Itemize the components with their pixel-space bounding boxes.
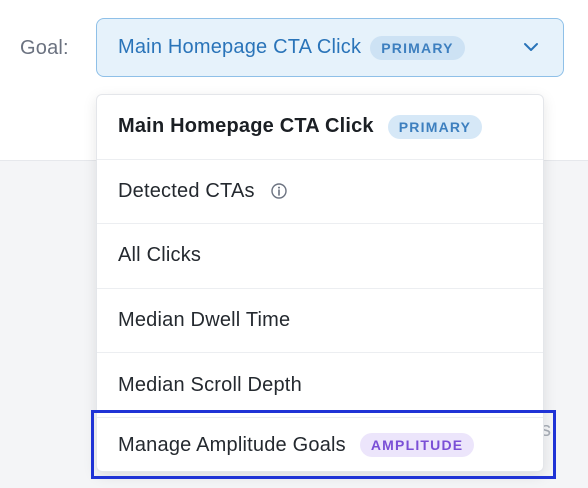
- menu-item-median-scroll-depth[interactable]: Median Scroll Depth: [97, 353, 543, 418]
- menu-item-label: Median Scroll Depth: [118, 373, 302, 396]
- amplitude-badge: AMPLITUDE: [359, 433, 475, 458]
- menu-item-detected-ctas[interactable]: Detected CTAs: [97, 160, 543, 225]
- menu-item-label: Detected CTAs: [118, 179, 255, 202]
- menu-item-label: All Clicks: [118, 244, 202, 267]
- primary-badge: PRIMARY: [370, 35, 465, 60]
- goal-select[interactable]: Main Homepage CTA Click PRIMARY: [96, 18, 564, 77]
- goal-dropdown-menu: Main Homepage CTA Click PRIMARY Detected…: [96, 94, 544, 472]
- menu-item-median-dwell-time[interactable]: Median Dwell Time: [97, 289, 543, 354]
- primary-badge: PRIMARY: [387, 114, 483, 139]
- menu-item-label: Manage Amplitude Goals: [118, 433, 346, 456]
- menu-item-main-homepage-cta-click[interactable]: Main Homepage CTA Click PRIMARY: [97, 95, 543, 160]
- menu-item-label: Main Homepage CTA Click: [118, 115, 374, 138]
- goal-label: Goal:: [20, 37, 69, 59]
- menu-item-manage-amplitude-goals[interactable]: Manage Amplitude Goals AMPLITUDE: [97, 418, 543, 471]
- menu-item-all-clicks[interactable]: All Clicks: [97, 224, 543, 289]
- menu-item-label: Median Dwell Time: [118, 309, 291, 332]
- goal-select-value: Main Homepage CTA Click: [118, 36, 362, 58]
- info-icon[interactable]: [271, 183, 287, 200]
- chevron-down-icon[interactable]: [523, 41, 539, 53]
